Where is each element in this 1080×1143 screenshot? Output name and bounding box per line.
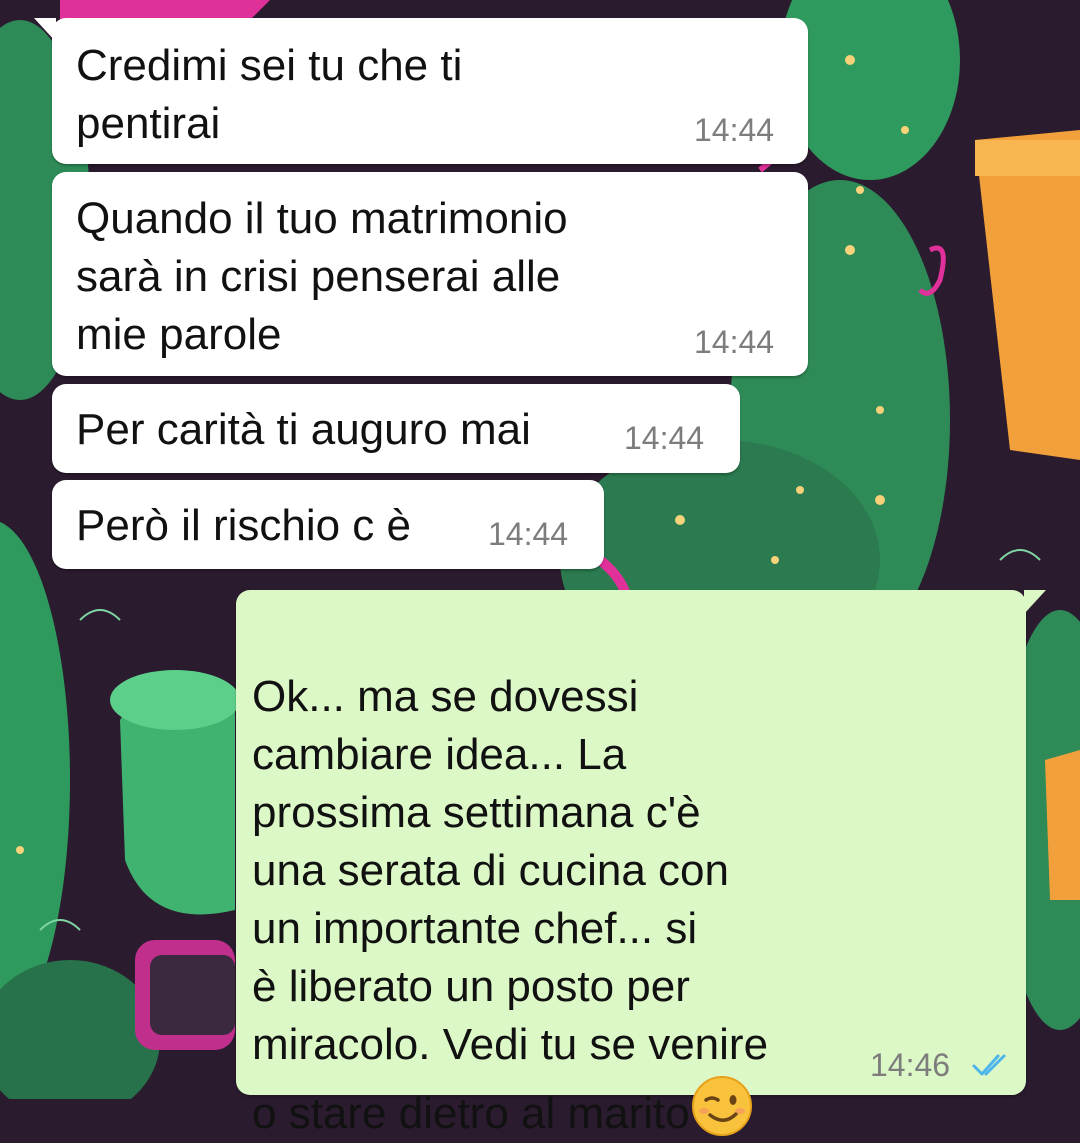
message-timestamp: 14:44 [694, 324, 775, 360]
message-text: Ok... ma se dovessi cambiare idea... La … [252, 672, 769, 1138]
message-bubble-incoming[interactable]: Quando il tuo matrimonio sarà in crisi p… [52, 172, 808, 376]
message-text: Credimi sei tu che ti pentirai [76, 41, 463, 148]
message-bubble-outgoing[interactable]: Ok... ma se dovessi cambiare idea... La … [236, 590, 1046, 1138]
double-check-icon [972, 1054, 1006, 1076]
message-timestamp: 14:44 [694, 112, 775, 148]
message-bubble-incoming[interactable]: Per carità ti auguro mai 14:44 [52, 384, 740, 473]
bubble-tail [34, 18, 56, 42]
message-bubble-incoming[interactable]: Però il rischio c è 14:44 [52, 480, 604, 569]
winking-face-emoji-icon [691, 1076, 752, 1136]
bubble-tail [1024, 590, 1046, 614]
message-text: Quando il tuo matrimonio sarà in crisi p… [76, 194, 568, 359]
message-timestamp: 14:44 [488, 516, 569, 552]
message-timestamp: 14:46 [870, 1047, 951, 1083]
message-bubble-incoming[interactable]: Credimi sei tu che ti pentirai 14:44 [34, 18, 808, 164]
message-text-block: Ok... ma se dovessi cambiare idea... La … [252, 610, 768, 1143]
message-timestamp: 14:44 [624, 420, 705, 456]
message-text: Però il rischio c è [76, 501, 412, 550]
message-text: Per carità ti auguro mai [76, 405, 531, 454]
